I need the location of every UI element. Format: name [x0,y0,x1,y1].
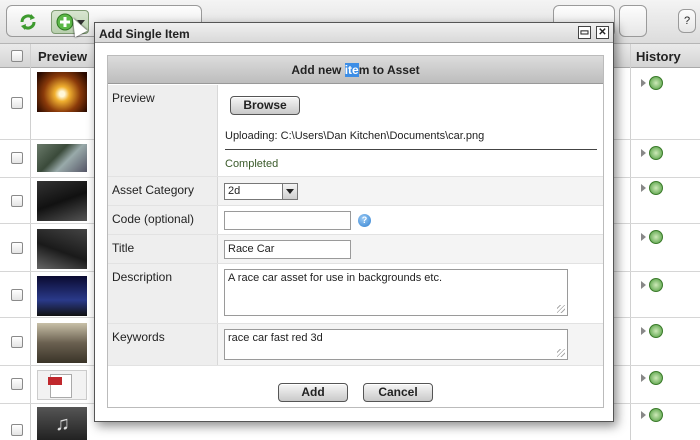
keywords-textarea[interactable]: race car fast red 3d [224,329,568,360]
history-control[interactable] [641,146,663,160]
dialog-titlebar[interactable]: Add Single Item ▭ ✕ [95,23,613,43]
category-label: Asset Category [108,177,218,205]
upload-progress-line [225,149,597,150]
add-single-item-dialog: Add Single Item ▭ ✕ Add new item to Asse… [94,22,614,422]
history-control[interactable] [641,278,663,292]
row-checkbox[interactable] [11,378,23,390]
help-glyph: ? [684,15,691,27]
history-control[interactable] [641,230,663,244]
field-row-description: Description A race car asset for use in … [108,264,603,324]
help-button[interactable]: ? [678,9,696,33]
help-icon[interactable]: ? [358,214,371,227]
description-label: Description [108,264,218,323]
pdf-file-icon[interactable] [37,370,87,400]
code-label: Code (optional) [108,206,218,234]
field-row-title: Title Race Car [108,235,603,264]
field-row-preview: Preview Browse Uploading: C:\Users\Dan K… [108,85,603,177]
thumbnail-image[interactable] [37,72,87,112]
history-icon [649,408,663,422]
add-button[interactable]: Add [278,383,348,402]
row-checkbox[interactable] [11,97,23,109]
row-checkbox[interactable] [11,289,23,301]
thumbnail-image[interactable] [37,144,87,172]
history-icon [649,278,663,292]
column-header-preview[interactable]: Preview [38,49,87,64]
history-icon [649,371,663,385]
cancel-button[interactable]: Cancel [363,383,433,402]
history-control[interactable] [641,324,663,338]
history-control[interactable] [641,181,663,195]
history-icon [649,146,663,160]
code-input[interactable] [224,211,351,230]
upload-status: Uploading: C:\Users\Dan Kitchen\Document… [225,130,485,142]
selected-text: ite [344,63,359,77]
asset-category-select[interactable]: 2d [224,183,298,200]
column-header-history[interactable]: History [636,49,681,64]
field-row-category: Asset Category 2d [108,177,603,206]
row-checkbox[interactable] [11,152,23,164]
thumbnail-image[interactable] [37,323,87,363]
row-checkbox[interactable] [11,336,23,348]
browse-button[interactable]: Browse [230,96,300,115]
history-control[interactable] [641,408,663,422]
field-row-keywords: Keywords race car fast red 3d [108,324,603,366]
select-all-checkbox[interactable] [11,50,23,62]
title-label: Title [108,235,218,263]
chevron-down-icon[interactable] [282,184,297,199]
row-checkbox[interactable] [11,424,23,436]
history-icon [649,76,663,90]
toolbar-group-view [619,5,647,37]
preview-label: Preview [108,85,218,176]
audio-file-icon[interactable]: ♫ [37,407,87,440]
history-icon [649,324,663,338]
thumbnail-image[interactable] [37,181,87,221]
dialog-title: Add Single Item [99,27,190,41]
refresh-icon [20,14,36,30]
row-checkbox[interactable] [11,242,23,254]
minimize-icon[interactable]: ▭ [578,26,591,39]
thumbnail-image[interactable] [37,229,87,269]
dialog-body: Add new item to Asset Preview Browse Upl… [107,55,604,408]
field-row-code: Code (optional) ? [108,206,603,235]
title-input[interactable]: Race Car [224,240,351,259]
history-icon [649,181,663,195]
description-textarea[interactable]: A race car asset for use in backgrounds … [224,269,568,316]
resize-grip-icon[interactable] [557,349,565,357]
history-icon [649,230,663,244]
refresh-button[interactable] [15,10,41,34]
close-icon[interactable]: ✕ [596,26,609,39]
dialog-heading: Add new item to Asset [108,56,603,84]
completed-status: Completed [225,158,279,170]
row-checkbox[interactable] [11,195,23,207]
history-control[interactable] [641,371,663,385]
keywords-label: Keywords [108,324,218,365]
history-control[interactable] [641,76,663,90]
resize-grip-icon[interactable] [557,305,565,313]
thumbnail-image[interactable] [37,276,87,316]
